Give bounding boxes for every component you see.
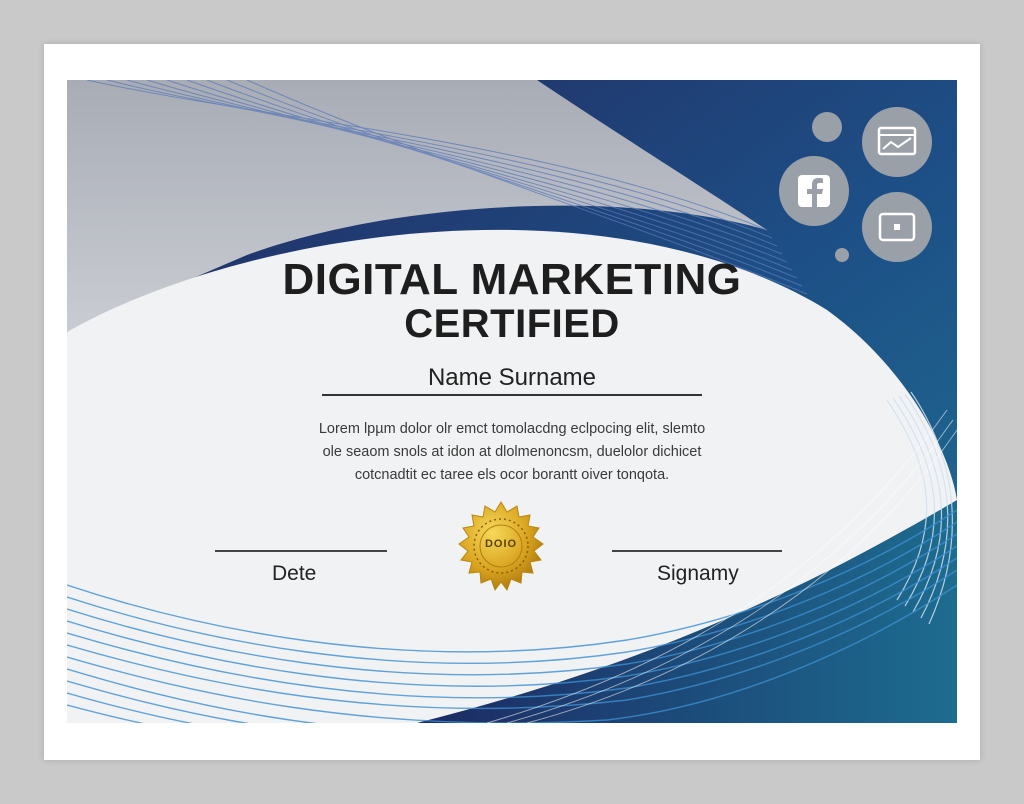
chart-window-icon bbox=[862, 107, 932, 177]
signature-underline bbox=[612, 550, 782, 552]
certificate-description: Lorem lpµm dolor olr emct tomolacdng ecl… bbox=[267, 418, 757, 487]
small-dot bbox=[812, 112, 842, 142]
seal-text: DOIO bbox=[484, 538, 518, 550]
facebook-icon bbox=[779, 156, 849, 226]
recipient-underline bbox=[322, 394, 702, 396]
recipient-name: Name Surname bbox=[427, 364, 597, 391]
description-line: Lorem lpµm dolor olr emct tomolacdng ecl… bbox=[318, 421, 706, 437]
video-window-icon bbox=[862, 192, 932, 262]
date-underline bbox=[215, 550, 387, 552]
certificate: DIGITAL MARKETING CERTIFIED Name Surname… bbox=[67, 80, 957, 723]
signature-label: Signamy bbox=[657, 562, 739, 585]
gold-seal: DOIO bbox=[453, 500, 549, 596]
description-line: cotcnadtit ec taree els ocor borantt oiv… bbox=[354, 467, 670, 483]
certificate-title-line2: CERTIFIED bbox=[404, 302, 620, 346]
certificate-title-line1: DIGITAL MARKETING bbox=[282, 255, 742, 304]
description-line: ole seaom snols at idon at dlolmenoncsm,… bbox=[322, 444, 702, 460]
date-label: Dete bbox=[272, 562, 317, 585]
